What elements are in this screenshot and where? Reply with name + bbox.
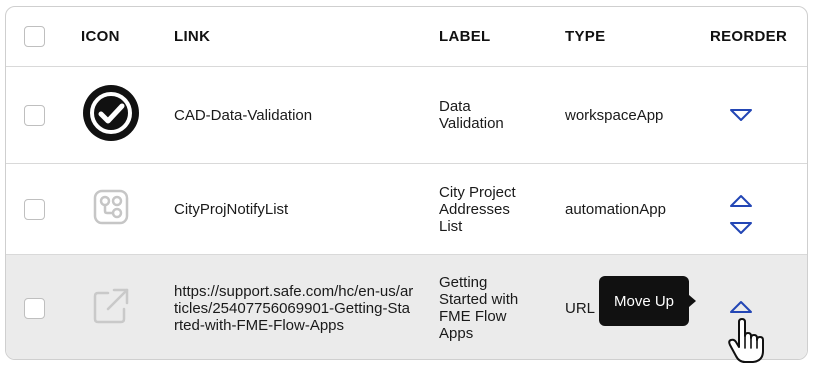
move-down-button[interactable]	[729, 221, 753, 235]
app-type: URL	[565, 299, 596, 317]
hand-cursor-icon	[727, 318, 767, 364]
external-link-icon	[92, 287, 130, 330]
column-header-label: LABEL	[439, 28, 491, 45]
row-checkbox[interactable]	[24, 104, 45, 126]
app-label: City Project Addresses List	[439, 183, 516, 235]
row-checkbox[interactable]	[24, 198, 45, 220]
column-header-link: LINK	[174, 28, 211, 45]
table-row: CAD-Data-Validation Data Validation work…	[6, 67, 807, 164]
move-up-button[interactable]	[729, 300, 753, 314]
app-label: Getting Started with FME Flow Apps	[439, 274, 519, 342]
move-up-tooltip: Move Up	[599, 276, 689, 326]
tooltip-text: Move Up	[613, 292, 675, 310]
app-link[interactable]: https://support.safe.com/hc/en-us/articl…	[174, 283, 414, 334]
automation-flow-icon	[93, 189, 129, 230]
app-link[interactable]: CAD-Data-Validation	[174, 107, 312, 124]
move-down-button[interactable]	[729, 108, 753, 122]
column-header-type: TYPE	[565, 28, 606, 45]
app-label: Data Validation	[439, 98, 504, 132]
check-circle-icon	[81, 83, 141, 148]
table-header: ICON LINK LABEL TYPE REORDER	[6, 7, 807, 67]
app-type: automationApp	[565, 200, 666, 218]
app-link[interactable]: CityProjNotifyList	[174, 201, 288, 218]
move-up-button[interactable]	[729, 194, 753, 208]
select-all-checkbox[interactable]	[24, 26, 45, 47]
app-type: workspaceApp	[565, 106, 664, 124]
column-header-reorder: REORDER	[710, 28, 788, 45]
tooltip-arrow	[689, 295, 696, 307]
row-checkbox[interactable]	[24, 297, 45, 319]
column-header-icon: ICON	[81, 28, 120, 45]
table-row: CityProjNotifyList City Project Addresse…	[6, 164, 807, 255]
